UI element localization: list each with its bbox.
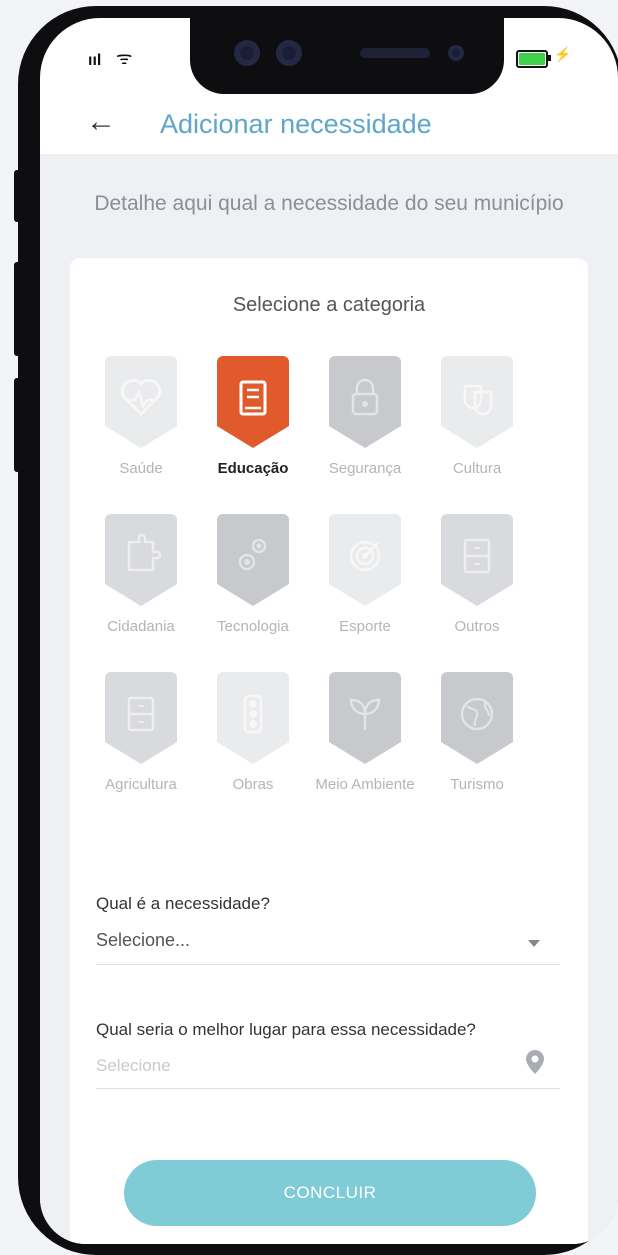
battery-tip — [548, 55, 551, 61]
category-turismo[interactable]: Turismo — [422, 672, 532, 794]
volume-down-button — [14, 378, 28, 472]
need-select[interactable]: Selecione... — [96, 930, 190, 951]
sensor-icon — [276, 40, 302, 66]
place-field-label: Qual seria o melhor lugar para essa nece… — [96, 1020, 476, 1039]
category-cidadania[interactable]: Cidadania — [86, 514, 196, 636]
sprout-icon — [329, 672, 401, 764]
phone-screen: ııl ᯤ ⚡ ← Adicionar necessidade Detalhe … — [40, 18, 618, 1244]
category-label: Cultura — [452, 460, 502, 477]
notch — [190, 18, 504, 94]
cabinet-icon — [441, 514, 513, 606]
proximity-sensor — [448, 45, 464, 61]
signal-icon: ııl — [88, 52, 102, 69]
mute-switch — [14, 170, 28, 222]
category-outros[interactable]: Outros — [422, 514, 532, 636]
category-educacao[interactable]: Educação — [198, 356, 308, 478]
category-label: Meio Ambiente — [315, 776, 415, 793]
battery-icon — [516, 50, 548, 68]
category-tecnologia[interactable]: Tecnologia — [198, 514, 308, 636]
lock-icon — [329, 356, 401, 448]
place-select[interactable]: Selecione — [96, 1056, 171, 1076]
category-agricultura[interactable]: Agricultura — [86, 672, 196, 794]
charging-icon: ⚡ — [554, 46, 572, 62]
category-cultura[interactable]: Cultura — [422, 356, 532, 478]
category-label: Obras — [232, 776, 274, 793]
need-field-label: Qual é a necessidade? — [96, 894, 270, 913]
cabinet-icon — [105, 672, 177, 764]
category-meio-ambiente[interactable]: Meio Ambiente — [310, 672, 420, 794]
category-saude[interactable]: Saúde — [86, 356, 196, 478]
camera-icon — [234, 40, 260, 66]
back-arrow-icon[interactable]: ← — [86, 102, 116, 142]
puzzle-icon — [105, 514, 177, 606]
map-pin-icon[interactable] — [526, 1050, 544, 1079]
target-icon — [329, 514, 401, 606]
app-bar: ← Adicionar necessidade — [40, 98, 618, 154]
page-title: Adicionar necessidade — [160, 109, 432, 139]
category-label: Saúde — [119, 460, 163, 477]
wifi-icon: ᯤ — [116, 48, 133, 68]
globe-icon — [441, 672, 513, 764]
form-card: Selecione a categoria Saúde Educação Segur… — [70, 258, 588, 1244]
page-subtitle: Detalhe aqui qual a necessidade do seu m… — [94, 192, 564, 215]
category-label: Esporte — [339, 618, 391, 635]
category-seguranca[interactable]: Segurança — [310, 356, 420, 478]
category-label: Educação — [217, 460, 289, 477]
category-label: Turismo — [450, 776, 504, 793]
place-field-underline — [96, 1088, 560, 1089]
category-esporte[interactable]: Esporte — [310, 514, 420, 636]
theater-masks-icon — [441, 356, 513, 448]
conclude-button[interactable]: CONCLUIR — [124, 1160, 536, 1226]
heart-pulse-icon — [105, 356, 177, 448]
category-label: Segurança — [328, 460, 402, 477]
gears-icon — [217, 514, 289, 606]
category-label: Tecnologia — [217, 618, 289, 635]
volume-up-button — [14, 262, 28, 356]
category-label: Outros — [454, 618, 500, 635]
need-field-underline — [96, 964, 560, 965]
category-obras[interactable]: Obras — [198, 672, 308, 794]
chevron-down-icon[interactable] — [528, 940, 540, 947]
category-label: Agricultura — [105, 776, 177, 793]
traffic-light-icon — [217, 672, 289, 764]
speaker-grille — [360, 48, 430, 58]
category-label: Cidadania — [107, 618, 175, 635]
book-icon — [217, 356, 289, 448]
category-section-title: Selecione a categoria — [232, 294, 426, 316]
